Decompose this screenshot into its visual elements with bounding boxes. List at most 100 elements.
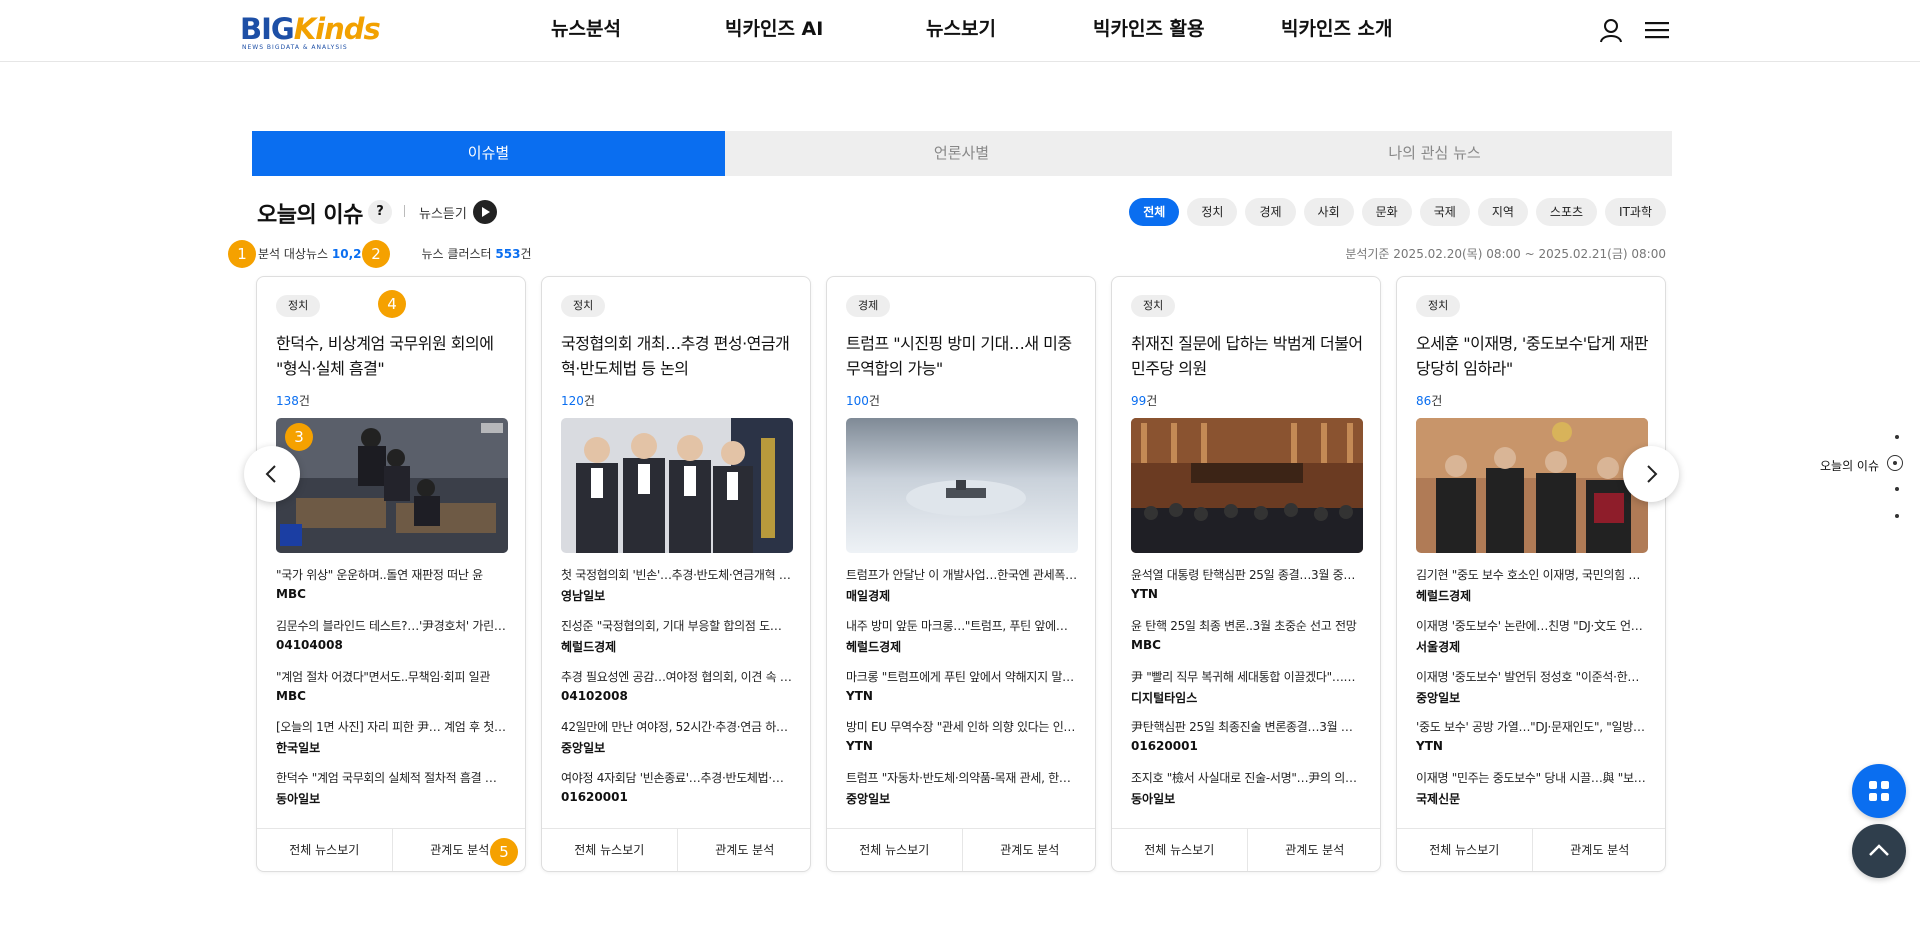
tab-by-issue[interactable]: 이슈별	[252, 131, 725, 176]
issue-title[interactable]: 트럼프 "시진핑 방미 기대…새 미중 무역합의 가능"	[846, 331, 1080, 381]
category-society[interactable]: 사회	[1303, 198, 1354, 226]
issue-photo[interactable]	[1416, 418, 1648, 553]
card-actions: 전체 뉴스보기 관계도 분석	[827, 828, 1096, 871]
cluster-label: 뉴스 클러스터	[421, 247, 492, 261]
relation-analysis-button[interactable]: 관계도 분석	[963, 829, 1096, 871]
section-title: 오늘의 이슈	[257, 203, 363, 228]
card-actions: 전체 뉴스보기 관계도 분석	[542, 828, 811, 871]
news-item[interactable]: "국가 위상" 운운하며..돌연 재판정 떠난 윤 MBC	[276, 566, 508, 601]
news-item[interactable]: 이재명 "민주는 중도보수" 당내 시끌…與 "보… 국제신문	[1416, 769, 1648, 807]
relation-analysis-button[interactable]: 관계도 분석	[678, 829, 811, 871]
relation-analysis-button[interactable]: 관계도 분석	[1533, 829, 1666, 871]
issue-count: 138건	[276, 394, 310, 408]
news-item[interactable]: 첫 국정협의회 '빈손'…추경·반도체·연금개혁 … 영남일보	[561, 566, 793, 604]
news-item[interactable]: 방미 EU 무역수장 "관세 인하 의향 있다는 인… YTN	[846, 718, 1078, 753]
news-item[interactable]: 김문수의 블라인드 테스트?…'尹경호처' 가린… 04104008	[276, 617, 508, 652]
news-item[interactable]: 윤석열 대통령 탄핵심판 25일 종결…3월 중… YTN	[1131, 566, 1363, 601]
side-nav-dot[interactable]	[1895, 435, 1899, 439]
tab-by-press[interactable]: 언론사별	[725, 131, 1198, 176]
news-item[interactable]: 내주 방미 앞둔 마크롱…"트럼프, 푸틴 앞에… 헤럴드경제	[846, 617, 1078, 655]
quick-menu-button[interactable]	[1852, 764, 1906, 818]
category-all[interactable]: 전체	[1129, 198, 1180, 226]
news-item[interactable]: 한덕수 "계엄 국무회의 실체적 절차적 흠결 … 동아일보	[276, 769, 508, 807]
issue-photo[interactable]	[1131, 418, 1363, 553]
news-item[interactable]: 마크롱 "트럼프에게 푸틴 앞에서 약해지지 말… YTN	[846, 668, 1078, 703]
card-actions: 전체 뉴스보기 관계도 분석	[1397, 828, 1666, 871]
issue-card[interactable]: 경제 트럼프 "시진핑 방미 기대…새 미중 무역합의 가능" 100건 트럼프…	[826, 276, 1096, 872]
news-item[interactable]: "계엄 절차 어겼다"면서도..무책임·회피 일관 MBC	[276, 668, 508, 703]
news-item[interactable]: 트럼프 "자동차·반도체·의약품-목재 관세, 한… 중앙일보	[846, 769, 1078, 807]
scroll-top-button[interactable]	[1852, 824, 1906, 878]
nav-bigkinds-use[interactable]: 빅카인즈 활용	[1093, 14, 1205, 41]
category-international[interactable]: 국제	[1419, 198, 1470, 226]
category-badge: 정치	[1416, 295, 1461, 317]
category-economy[interactable]: 경제	[1245, 198, 1296, 226]
news-item[interactable]: 42일만에 만난 여야정, 52시간·추경·연금 하… 중앙일보	[561, 718, 793, 756]
category-badge: 정치	[1131, 295, 1176, 317]
news-item[interactable]: 추경 필요성엔 공감…여야정 협의회, 이견 속 … 04102008	[561, 668, 793, 703]
side-nav-dot[interactable]	[1895, 514, 1899, 518]
news-item[interactable]: 진성준 "국정협의회, 기대 부응할 합의점 도… 헤럴드경제	[561, 617, 793, 655]
news-item[interactable]: 여야정 4자회담 '빈손종료'…추경·반도체법·… 01620001	[561, 769, 793, 804]
news-item[interactable]: 이재명 '중도보수' 발언뒤 정성호 "이준석·한… 중앙일보	[1416, 668, 1648, 706]
category-culture[interactable]: 문화	[1361, 198, 1412, 226]
issue-count: 86건	[1416, 394, 1443, 408]
category-filter: 전체 정치 경제 사회 문화 국제 지역 스포츠 IT과학	[1129, 198, 1666, 226]
marker-3: 3	[285, 423, 313, 451]
view-all-news-button[interactable]: 전체 뉴스보기	[1397, 829, 1533, 871]
issue-card[interactable]: 정치 오세훈 "이재명, '중도보수'답게 재판 당당히 임하라" 86건 김기…	[1396, 276, 1666, 872]
tab-my-interest[interactable]: 나의 관심 뉴스	[1198, 131, 1671, 176]
view-tabs: 이슈별 언론사별 나의 관심 뉴스	[252, 131, 1672, 176]
news-item[interactable]: 트럼프가 안달난 이 개발사업…한국엔 관세폭… 매일경제	[846, 566, 1078, 604]
category-region[interactable]: 지역	[1477, 198, 1528, 226]
category-badge: 경제	[846, 295, 891, 317]
carousel-next-button[interactable]	[1623, 446, 1679, 502]
nav-news-analysis[interactable]: 뉴스분석	[551, 14, 621, 41]
view-all-news-button[interactable]: 전체 뉴스보기	[542, 829, 678, 871]
issue-count: 99건	[1131, 394, 1158, 408]
play-icon[interactable]	[473, 200, 497, 224]
marker-2: 2	[362, 240, 390, 268]
category-sports[interactable]: 스포츠	[1535, 198, 1598, 226]
issue-photo[interactable]	[561, 418, 793, 553]
view-all-news-button[interactable]: 전체 뉴스보기	[827, 829, 963, 871]
issue-title[interactable]: 오세훈 "이재명, '중도보수'답게 재판 당당히 임하라"	[1416, 331, 1650, 381]
issue-photo[interactable]	[846, 418, 1078, 553]
nav-bigkinds-ai[interactable]: 빅카인즈 AI	[725, 14, 823, 41]
news-item[interactable]: 윤 탄핵 25일 최종 변론..3월 초중순 선고 전망 MBC	[1131, 617, 1363, 652]
nav-news-view[interactable]: 뉴스보기	[926, 14, 996, 41]
issue-card[interactable]: 정치 국정협의회 개최…추경 편성·연금개혁·반도체법 등 논의 120건 첫 …	[541, 276, 811, 872]
help-button[interactable]: ?	[368, 200, 392, 224]
menu-icon[interactable]	[1644, 17, 1670, 43]
news-item[interactable]: 尹탄핵심판 25일 최종진술 변론종결…3월 … 01620001	[1131, 718, 1363, 753]
cluster-unit: 건	[520, 247, 532, 261]
view-all-news-button[interactable]: 전체 뉴스보기	[1112, 829, 1248, 871]
news-item[interactable]: '중도 보수' 공방 가열…"DJ·문재인도", "일방 … YTN	[1416, 718, 1648, 753]
card-actions: 전체 뉴스보기 관계도 분석	[257, 828, 525, 871]
user-icon[interactable]	[1598, 17, 1624, 43]
side-nav-dot[interactable]	[1895, 487, 1899, 491]
site-header: BIGKinds NEWS BIGDATA & ANALYSIS 뉴스분석 빅카…	[0, 0, 1920, 62]
target-news-label: 분석 대상뉴스	[258, 247, 329, 261]
issue-title[interactable]: 한덕수, 비상계엄 국무위원 회의에 "형식·실체 흠결"	[276, 331, 510, 381]
category-it-science[interactable]: IT과학	[1605, 198, 1666, 226]
news-item[interactable]: 尹 "빨리 직무 복귀해 세대통합 이끌겠다"…… 디지털타임스	[1131, 668, 1363, 706]
news-item[interactable]: 이재명 '중도보수' 논란에…친명 "DJ·文도 언… 서울경제	[1416, 617, 1648, 655]
issue-title[interactable]: 국정협의회 개최…추경 편성·연금개혁·반도체법 등 논의	[561, 331, 795, 381]
category-badge: 정치	[276, 295, 321, 317]
issue-count: 120건	[561, 394, 595, 408]
marker-5: 5	[490, 838, 518, 866]
view-all-news-button[interactable]: 전체 뉴스보기	[257, 829, 393, 871]
issue-card[interactable]: 정치 한덕수, 비상계엄 국무위원 회의에 "형식·실체 흠결" 138건 "국…	[256, 276, 526, 872]
nav-bigkinds-about[interactable]: 빅카인즈 소개	[1281, 14, 1393, 41]
side-nav-active-icon[interactable]	[1887, 455, 1903, 471]
relation-analysis-button[interactable]: 관계도 분석	[1248, 829, 1381, 871]
news-item[interactable]: [오늘의 1면 사진] 자리 피한 尹… 계엄 후 첫 … 한국일보	[276, 718, 508, 756]
news-item[interactable]: 조지호 "檢서 사실대로 진술-서명"…尹의 의… 동아일보	[1131, 769, 1363, 807]
issue-title[interactable]: 취재진 질문에 답하는 박범계 더불어민주당 의원	[1131, 331, 1365, 381]
side-nav-label[interactable]: 오늘의 이슈	[1820, 457, 1879, 474]
issue-card[interactable]: 정치 취재진 질문에 답하는 박범계 더불어민주당 의원 99건 윤석열 대통령…	[1111, 276, 1381, 872]
carousel-prev-button[interactable]	[244, 446, 300, 502]
news-item[interactable]: 김기현 "중도 보수 호소인 이재명, 국민의힘 … 헤럴드경제	[1416, 566, 1648, 604]
category-politics[interactable]: 정치	[1187, 198, 1238, 226]
